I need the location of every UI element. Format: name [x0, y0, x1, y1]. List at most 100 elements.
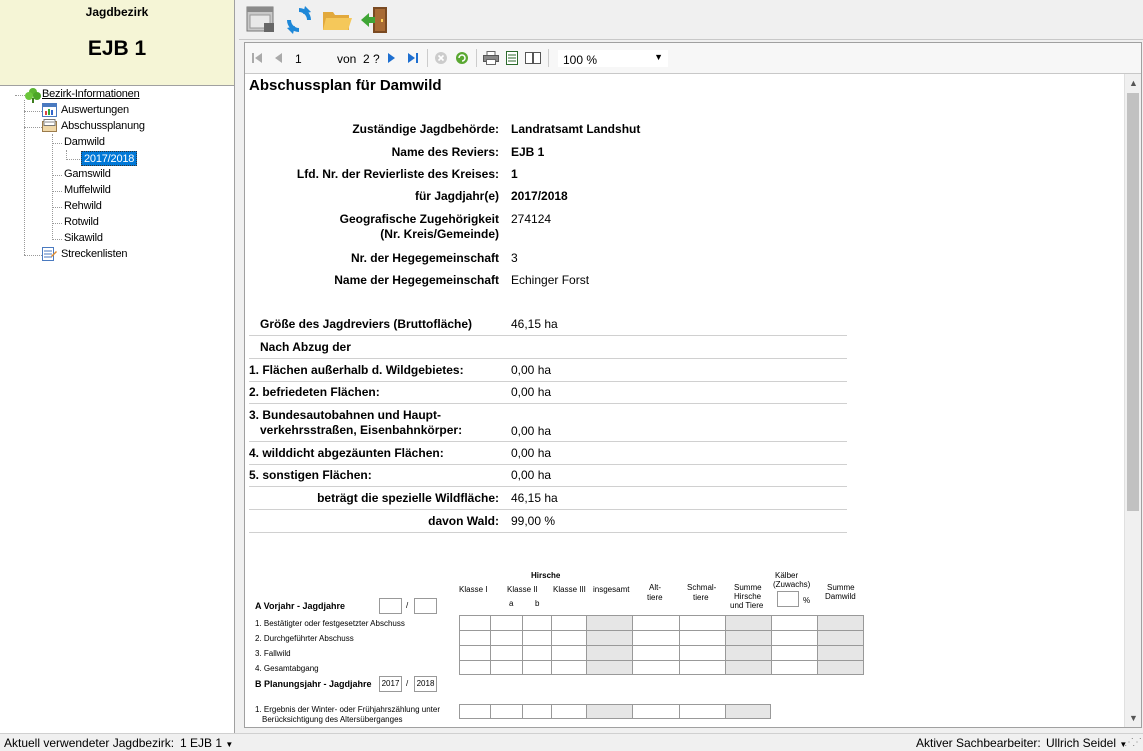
resize-grip-icon[interactable]: ⋰⋰: [1124, 737, 1142, 748]
row-label: 2. Durchgeführter Abschuss: [255, 634, 354, 643]
info-label: Geografische Zugehörigkeit: [339, 212, 499, 226]
main-toolbar: [239, 0, 1143, 40]
info-label: (Nr. Kreis/Gemeinde): [380, 227, 499, 241]
report-toolbar: 1 von 2 ? 100 % ▼: [245, 43, 1141, 74]
page-setup-icon[interactable]: [525, 51, 541, 68]
col-alttiere: Alt-: [649, 583, 661, 592]
exit-icon[interactable]: [359, 4, 391, 36]
clover-icon: [25, 87, 41, 103]
total-pages: 2 ?: [363, 52, 380, 66]
zoom-value: 100 %: [563, 53, 598, 67]
area-label: 3. Bundesautobahnen und Haupt-: [249, 408, 441, 422]
report-title: Abschussplan für Damwild: [249, 77, 442, 94]
kaelber-percent-field[interactable]: [777, 591, 799, 607]
section-b-grid: [459, 704, 771, 719]
print-icon[interactable]: [483, 51, 499, 68]
col-schmaltiere: Schmal-: [687, 583, 717, 592]
tree-item-bezirk-informationen[interactable]: Bezirk-Informationen: [42, 87, 140, 102]
tree-item-gamswild[interactable]: Gamswild: [64, 167, 111, 182]
b-year-from-field[interactable]: 2017: [379, 676, 402, 692]
col-summe-hirsche-tiere: Hirsche: [734, 592, 762, 601]
folder-open-icon[interactable]: [321, 4, 353, 36]
report-page: Abschussplan für Damwild Zuständige Jagd…: [245, 74, 1124, 727]
report-scrollbar[interactable]: ▲ ▼: [1124, 74, 1141, 727]
list-icon: [42, 247, 57, 261]
col-klasse2-b: b: [535, 599, 540, 608]
col-summe-damwild: Damwild: [825, 592, 856, 601]
chart-icon: [42, 103, 57, 117]
area-label: 4. wilddicht abgezäunten Flächen:: [249, 446, 444, 460]
area-label: verkehrsstraßen, Eisenbahnkörper:: [260, 423, 463, 437]
scroll-up-icon[interactable]: ▲: [1129, 78, 1138, 88]
row-label: 1. Bestätigter oder festgesetzter Abschu…: [255, 619, 405, 628]
tree-item-rehwild[interactable]: Rehwild: [64, 199, 102, 214]
col-summe-damwild: Summe: [827, 583, 855, 592]
col-insgesamt: insgesamt: [593, 585, 630, 594]
status-bar: Aktuell verwendeter Jagdbezirk: 1 EJB 1 …: [0, 733, 1143, 751]
row-label: Berücksichtigung des Altersüberganges: [262, 715, 403, 724]
area-label: 2. befriedeten Flächen:: [249, 385, 380, 399]
area-label: Nach Abzug der: [260, 340, 351, 354]
tree-item-auswertungen[interactable]: Auswertungen: [61, 103, 129, 118]
scrollbar-thumb[interactable]: [1127, 93, 1139, 511]
info-value: Landratsamt Landshut: [511, 122, 641, 136]
prev-page-icon[interactable]: [273, 52, 283, 67]
a-year-from-field[interactable]: [379, 598, 402, 614]
info-value: 1: [511, 167, 518, 181]
row-label: 1. Ergebnis der Winter- oder Frühjahrszä…: [255, 705, 440, 714]
area-value: 0,00 ha: [511, 363, 552, 377]
b-year-to-field[interactable]: 2018: [414, 676, 437, 692]
status-district-select[interactable]: 1 EJB 1 ▼: [180, 736, 233, 750]
area-label: 1. Flächen außerhalb d. Wildgebietes:: [249, 363, 464, 377]
area-label: beträgt die spezielle Wildfläche:: [317, 491, 499, 505]
row-label: 3. Fallwild: [255, 649, 291, 658]
percent-sign: %: [803, 596, 811, 605]
col-summe-hirsche-tiere: und Tiere: [730, 601, 764, 610]
info-value: Echinger Forst: [511, 273, 590, 287]
tree-item-abschussplanung[interactable]: Abschussplanung: [61, 119, 145, 134]
print-layout-icon[interactable]: [505, 51, 519, 68]
area-value: 46,15 ha: [511, 491, 558, 505]
tree-item-rotwild[interactable]: Rotwild: [64, 215, 99, 230]
col-klasse3: Klasse III: [553, 585, 586, 594]
status-user-select[interactable]: Ullrich Seidel ▼: [1046, 736, 1127, 750]
next-page-icon[interactable]: [387, 52, 397, 67]
slash: /: [406, 601, 409, 610]
window-icon[interactable]: [245, 4, 277, 36]
area-label: Größe des Jagdreviers (Bruttofläche): [260, 317, 473, 331]
tree-item-streckenlisten[interactable]: Streckenlisten: [61, 247, 127, 262]
refresh-report-icon[interactable]: [455, 51, 469, 68]
tree-item-muffelwild[interactable]: Muffelwild: [64, 183, 111, 198]
area-label: davon Wald:: [428, 514, 499, 528]
zoom-select[interactable]: 100 % ▼: [557, 49, 669, 68]
chevron-down-icon: ▼: [654, 52, 663, 62]
scroll-down-icon[interactable]: ▼: [1129, 713, 1138, 723]
refresh-icon[interactable]: [283, 4, 315, 36]
area-value: 99,00 %: [511, 514, 556, 528]
tree-item-2017-2018[interactable]: 2017/2018: [81, 151, 138, 166]
tree-item-sikawild[interactable]: Sikawild: [64, 231, 103, 246]
a-year-to-field[interactable]: [414, 598, 437, 614]
info-label: Nr. der Hegegemeinschaft: [350, 251, 499, 265]
section-b-title: B Planungsjahr - Jagdjahre: [255, 679, 372, 689]
col-alttiere: tiere: [647, 593, 663, 602]
status-user-value: Ullrich Seidel: [1046, 736, 1117, 750]
area-value: 0,00 ha: [511, 446, 552, 460]
section-a-title: A Vorjahr - Jagdjahre: [255, 601, 346, 611]
stop-icon[interactable]: [434, 51, 448, 68]
tree-item-damwild[interactable]: Damwild: [64, 135, 105, 150]
page-number-input[interactable]: 1: [295, 52, 302, 66]
planning-icon: [42, 119, 57, 133]
row-label: 4. Gesamtabgang: [255, 664, 319, 673]
of-label: von: [337, 52, 357, 66]
col-klasse2-a: a: [509, 599, 514, 608]
info-label: Lfd. Nr. der Revierliste des Kreises:: [296, 167, 499, 181]
area-value: 0,00 ha: [511, 468, 552, 482]
status-district-label: Aktuell verwendeter Jagdbezirk:: [4, 736, 175, 750]
district-header-label: Jagdbezirk: [85, 5, 149, 19]
first-page-icon[interactable]: [251, 52, 263, 67]
chevron-down-icon: ▼: [225, 740, 234, 749]
district-header: Jagdbezirk EJB 1: [0, 0, 234, 86]
last-page-icon[interactable]: [407, 52, 419, 67]
slash: /: [406, 679, 409, 688]
